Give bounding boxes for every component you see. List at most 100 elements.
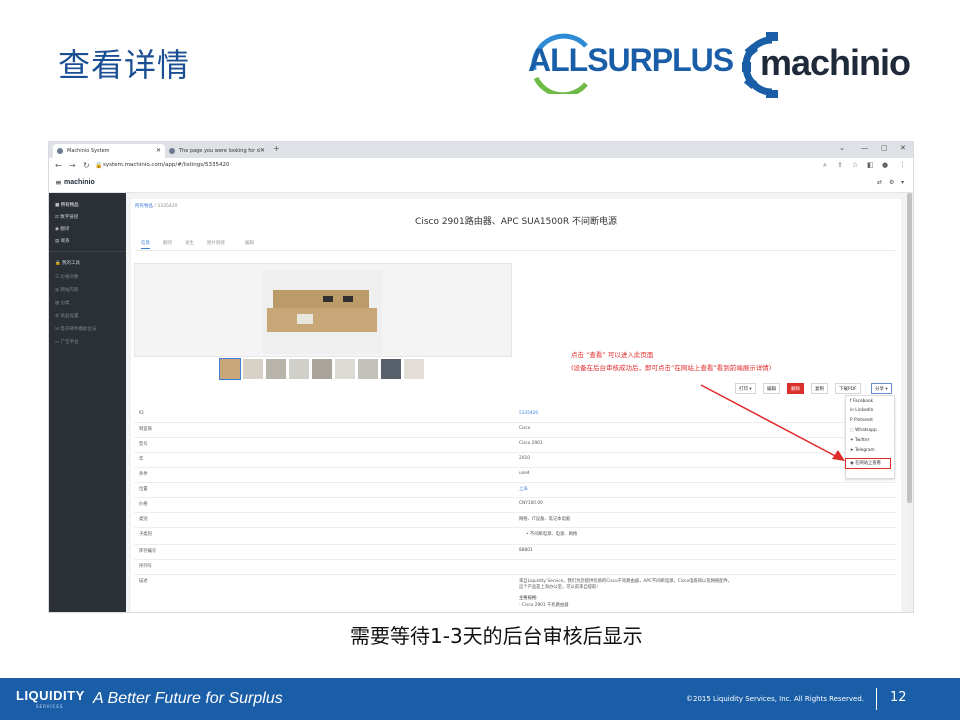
thumbnail[interactable] [219,358,241,380]
browser-tab-strip: Machinio System ✕ The page you were look… [49,142,913,158]
back-icon[interactable]: ← [55,161,62,170]
sidebar-item-my-tools[interactable]: 🔒 我的工具 [55,260,80,266]
share-pinterest-label: Pinterest [853,418,873,423]
table-row: 类别 网络、IT设备、笔记本电脑 [134,512,896,528]
allsurplus-logo: ALLSURPLUS [528,32,734,94]
tab-info[interactable]: 信息 [141,240,150,249]
thumbnail[interactable] [312,359,332,379]
product-photo[interactable] [263,270,382,354]
address-bar: ← → ↻ 🔒 system.machinio.com/app/#/listin… [49,158,913,177]
row-key: 位置 [139,487,148,492]
maximize-icon[interactable]: ▢ [881,144,888,152]
share-button[interactable]: 分享 ▾ [871,383,892,394]
share-facebook[interactable]: f Facebook [850,399,873,404]
sidebar-item-label: 网站内容 [60,288,79,293]
close-tab-icon[interactable]: ✕ [156,144,161,158]
bookmark-star-icon[interactable]: ☆ [852,161,858,169]
lock-icon: 🔒 [95,162,103,169]
share-whatsapp-label: Whatsapp [855,428,877,433]
thumbnail[interactable] [266,359,286,379]
share-pinterest[interactable]: P Pinterest [850,418,873,423]
thumbnail[interactable] [381,359,401,379]
settings-icon[interactable]: ⚙ [889,179,894,186]
translate-icon[interactable]: ⇄ [877,179,882,186]
row-value[interactable]: 上海 [519,486,528,492]
thumbnail[interactable] [243,359,263,379]
row-value: Cisco [519,426,531,431]
share-twitter[interactable]: ✦ Twitter [850,438,869,443]
favicon-icon [57,148,63,154]
sidebar-item-category[interactable]: ▧ 分类 [55,300,70,306]
row-key: 子类别 [139,532,152,537]
tab-edit[interactable]: 编辑 [245,240,254,246]
profile-icon[interactable]: ● [882,161,888,169]
scrollbar[interactable] [906,193,913,612]
sidebar-item-translate[interactable]: ◉ 翻译 [55,226,69,232]
machinio-logo: machinio [742,30,920,100]
tab-image-links[interactable]: 图片链接 [207,240,225,246]
photo-gallery [134,263,512,357]
sidebar-item-site-content[interactable]: ◍ 网站内容 [55,287,78,293]
footer: LIQUIDITY SERVICES A Better Future for S… [0,678,960,720]
tab-translate[interactable]: 翻译 [163,240,172,246]
footer-logo: LIQUIDITY [16,688,85,703]
new-tab-icon[interactable]: + [273,144,280,153]
zoom-icon[interactable]: ⌕ [823,161,827,170]
sidebar-item-contacts[interactable]: ▤ 联系 [55,238,70,244]
scrollbar-thumb[interactable] [907,193,912,503]
thumbnail[interactable] [289,359,309,379]
app-header: ≡ machinio ⇄ ⚙ ▾ [49,176,913,193]
slide-caption: 需要等待1-3天的后台审核后显示 [350,624,643,648]
sidebar-item-label: 数字链接 [60,215,79,220]
hamburger-menu-icon[interactable]: ≡ [55,178,62,187]
reload-icon[interactable]: ↻ [83,161,90,170]
dropdown-icon[interactable]: ▾ [901,179,904,186]
description-line: 主要规格: [519,596,538,601]
share-telegram[interactable]: ➤ Telegram [850,448,875,453]
thumbnail[interactable] [404,359,424,379]
sidebar-item-label: 我的工具 [62,261,81,266]
row-value: used [519,471,530,476]
row-key: 条件 [139,472,148,477]
share-telegram-label: Telegram [854,448,875,453]
thumbnail[interactable] [358,359,378,379]
sidepanel-icon[interactable]: ◧ [867,161,874,169]
sidebar-item-label: 价格对象 [60,275,79,280]
sidebar: ▦ 所有物品 ⇄ 数字链接 ◉ 翻译 ▤ 联系 🔒 我的工具 ☰ 价格对象 ◍ … [49,193,126,612]
share-linkedin[interactable]: in LinkedIn [850,408,873,413]
close-window-icon[interactable]: ✕ [900,144,906,152]
row-value: • 不间断电源、电源、网络 [526,532,578,537]
browser-tab-1[interactable]: Machinio System ✕ [53,144,165,158]
breadcrumb-link[interactable]: 所有物品 [135,204,153,209]
app-brand[interactable]: machinio [64,179,95,186]
machinio-logo-text: machinio [760,42,911,83]
sidebar-item-label: 电子邮件模板合法 [60,327,97,332]
share-facebook-label: Facebook [852,399,874,404]
sidebar-item-price[interactable]: ☰ 价格对象 [55,274,78,280]
url-text[interactable]: system.machinio.com/app/#/listings/53354… [103,162,230,168]
chevron-down-icon[interactable]: ⌄ [839,144,845,152]
sidebar-item-label: 联系 [60,239,70,244]
page-number: 12 [890,690,907,705]
forward-icon[interactable]: → [69,161,76,170]
row-key: 型号 [139,442,148,447]
sidebar-item-label: 分类 [60,301,70,306]
row-value[interactable]: 5335420 [519,411,538,416]
sidebar-item-product-settings[interactable]: ⚙ 商品设置 [55,313,78,319]
sidebar-item-label: 所有物品 [60,203,79,208]
tab-occur[interactable]: 发生 [185,240,194,246]
sidebar-item-ad-platform[interactable]: ▭ 广告平台 [55,339,79,345]
share-page-icon[interactable]: ⇪ [837,161,843,169]
minimize-icon[interactable]: — [861,144,868,152]
sidebar-item-all-items[interactable]: ▦ 所有物品 [55,202,79,208]
browser-menu-icon[interactable]: ⋮ [899,161,906,169]
sidebar-item-email-templates[interactable]: ✉ 电子邮件模板合法 [55,326,96,332]
table-row: 子类别 • 不间断电源、电源、网络 [134,527,896,545]
thumbnail[interactable] [335,359,355,379]
share-whatsapp[interactable]: ◌ Whatsapp [850,428,877,433]
close-tab-icon[interactable]: ✕ [260,144,265,158]
sidebar-item-digital-links[interactable]: ⇄ 数字链接 [55,214,78,220]
annotation-arrow-icon [700,384,845,461]
row-key: 序列号 [139,564,152,569]
browser-tab-2[interactable]: The page you were looking for d ✕ [165,144,269,158]
